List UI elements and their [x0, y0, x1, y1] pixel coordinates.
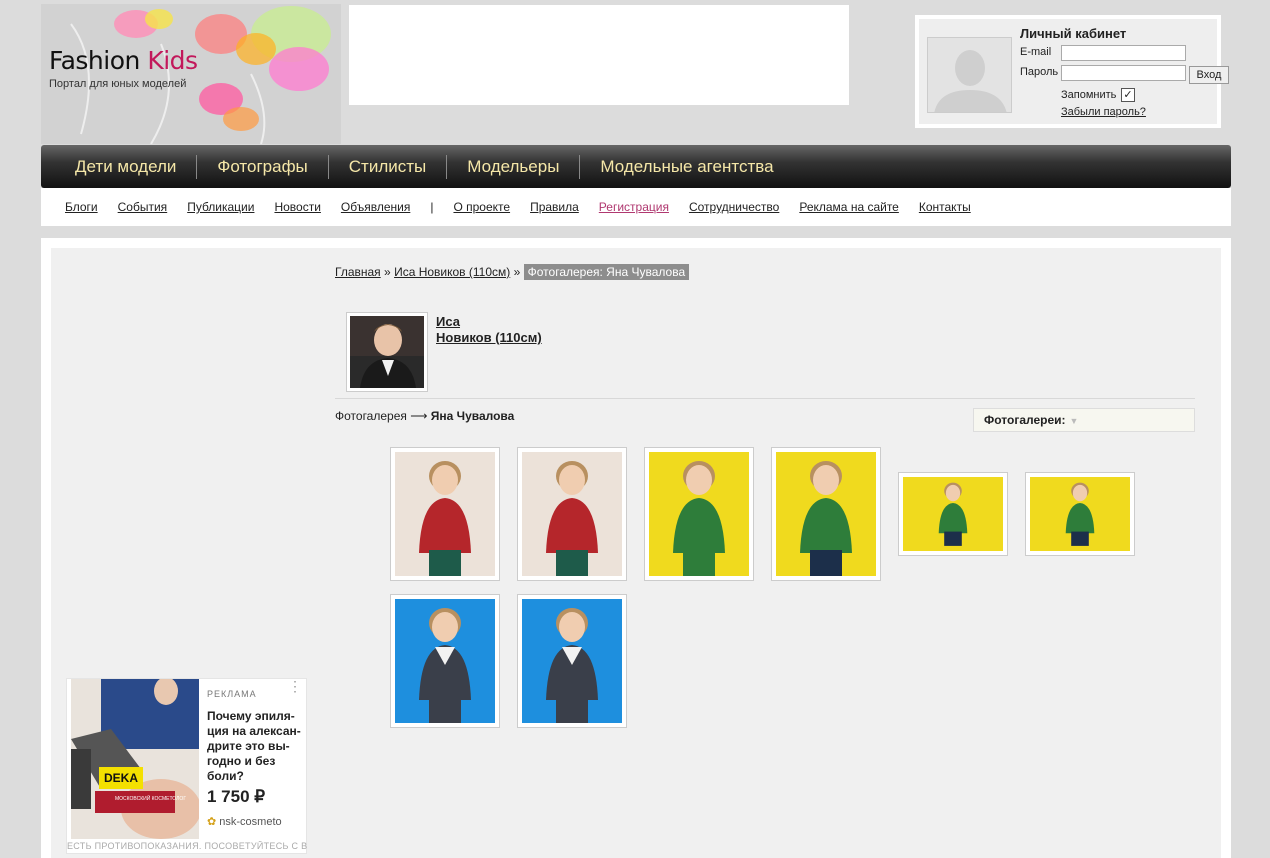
galleries-dropdown[interactable]: Фотогалереи: ▼ — [973, 408, 1195, 432]
divider — [335, 398, 1195, 399]
star-icon: ✿ — [207, 816, 217, 828]
main-nav: Дети модели Фотографы Стилисты Модельеры… — [41, 145, 1231, 188]
nav-item-model-agencies[interactable]: Модельные агентства — [580, 155, 793, 179]
breadcrumb-profile[interactable]: Иса Новиков (110см) — [394, 265, 510, 279]
breadcrumb-home[interactable]: Главная — [335, 265, 381, 279]
login-title: Личный кабинет — [1020, 26, 1127, 41]
nav-item-kids-models[interactable]: Дети модели — [55, 154, 198, 179]
ad-disclaimer: ЕСТЬ ПРОТИВОПОКАЗАНИЯ. ПОСОВЕТУЙТЕСЬ С В… — [67, 841, 308, 851]
photo-thumbnail[interactable] — [1025, 472, 1135, 556]
login-button[interactable]: Вход — [1189, 66, 1229, 84]
header-banner — [349, 5, 849, 105]
subnav-events[interactable]: События — [118, 200, 168, 214]
secondary-nav: Блоги События Публикации Новости Объявле… — [41, 188, 1231, 226]
nav-item-photographers[interactable]: Фотографы — [197, 154, 329, 179]
subnav-contacts[interactable]: Контакты — [919, 200, 971, 214]
photo-thumbnail[interactable] — [898, 472, 1008, 556]
photo-thumbnail[interactable] — [771, 447, 881, 581]
photo-thumbnail[interactable] — [517, 594, 627, 728]
site-tagline: Портал для юных моделей — [49, 78, 187, 90]
ad-headline[interactable]: Почему эпиля-ция на алексан-дрите это вы… — [207, 709, 303, 784]
user-avatar-placeholder — [927, 37, 1012, 113]
breadcrumb-separator: » — [384, 265, 391, 279]
content-area: Главная » Иса Новиков (110см) » Фотогале… — [41, 238, 1231, 858]
forgot-password-link[interactable]: Забыли пароль? — [1061, 106, 1146, 118]
site-name: Fashion Kids — [49, 46, 198, 75]
remember-label: Запомнить — [1061, 89, 1117, 101]
photo-thumbnail[interactable] — [644, 447, 754, 581]
profile-name-link[interactable]: Иса Новиков (110см) — [436, 314, 542, 346]
nav-item-designers[interactable]: Модельеры — [447, 154, 581, 179]
password-label: Пароль — [1020, 66, 1059, 78]
photo-thumbnail[interactable] — [517, 447, 627, 581]
ad-image: DEKA МОСКОВСКИЙ КОСМЕТОЛОГ — [71, 679, 199, 839]
ad-brand-cosmetologist: МОСКОВСКИЙ КОСМЕТОЛОГ — [115, 794, 186, 802]
ad-brand-deka: DEKA — [104, 771, 138, 785]
subnav-publications[interactable]: Публикации — [187, 200, 254, 214]
breadcrumb-current: Фотогалерея: Яна Чувалова — [523, 264, 690, 280]
photo-thumbnail[interactable] — [390, 594, 500, 728]
subnav-advertising[interactable]: Реклама на сайте — [799, 200, 899, 214]
gallery-photographer: Яна Чувалова — [430, 409, 515, 423]
breadcrumb-separator: » — [513, 265, 521, 279]
password-field[interactable] — [1061, 65, 1186, 81]
subnav-registration[interactable]: Регистрация — [599, 200, 669, 214]
site-logo[interactable]: Fashion Kids Портал для юных моделей — [41, 4, 341, 144]
ad-block[interactable]: DEKA МОСКОВСКИЙ КОСМЕТОЛОГ РЕКЛАМА ⋮ Поч… — [66, 678, 308, 854]
user-silhouette-icon — [928, 38, 1011, 112]
subnav-blogs[interactable]: Блоги — [65, 200, 98, 214]
remember-checkbox[interactable]: ✓ — [1121, 88, 1135, 102]
profile-photo-image — [350, 316, 424, 388]
subnav-separator: | — [430, 200, 434, 214]
subnav-rules[interactable]: Правила — [530, 200, 579, 214]
more-options-icon[interactable]: ⋮ — [288, 679, 302, 693]
breadcrumb: Главная » Иса Новиков (110см) » Фотогале… — [335, 264, 690, 280]
profile-photo[interactable] — [346, 312, 428, 392]
nav-item-stylists[interactable]: Стилисты — [329, 154, 448, 179]
photo-thumbnail[interactable] — [390, 447, 500, 581]
subnav-news[interactable]: Новости — [274, 200, 320, 214]
ad-site: ✿ nsk-cosmeto — [207, 816, 282, 828]
email-field[interactable] — [1061, 45, 1186, 61]
email-label: E-mail — [1020, 46, 1052, 58]
content-inner: Главная » Иса Новиков (110см) » Фотогале… — [51, 248, 1221, 858]
login-panel: Личный кабинет E-mail Пароль Вход Запомн… — [915, 15, 1229, 128]
subnav-cooperation[interactable]: Сотрудничество — [689, 200, 779, 214]
ad-price: 1 750 ₽ — [207, 787, 266, 806]
ad-label: РЕКЛАМА — [207, 689, 257, 699]
chevron-down-icon: ▼ — [1069, 416, 1079, 426]
subnav-ads[interactable]: Объявления — [341, 200, 410, 214]
subnav-about[interactable]: О проекте — [453, 200, 510, 214]
gallery-path: Фотогалерея ⟶ Яна Чувалова — [335, 409, 515, 423]
